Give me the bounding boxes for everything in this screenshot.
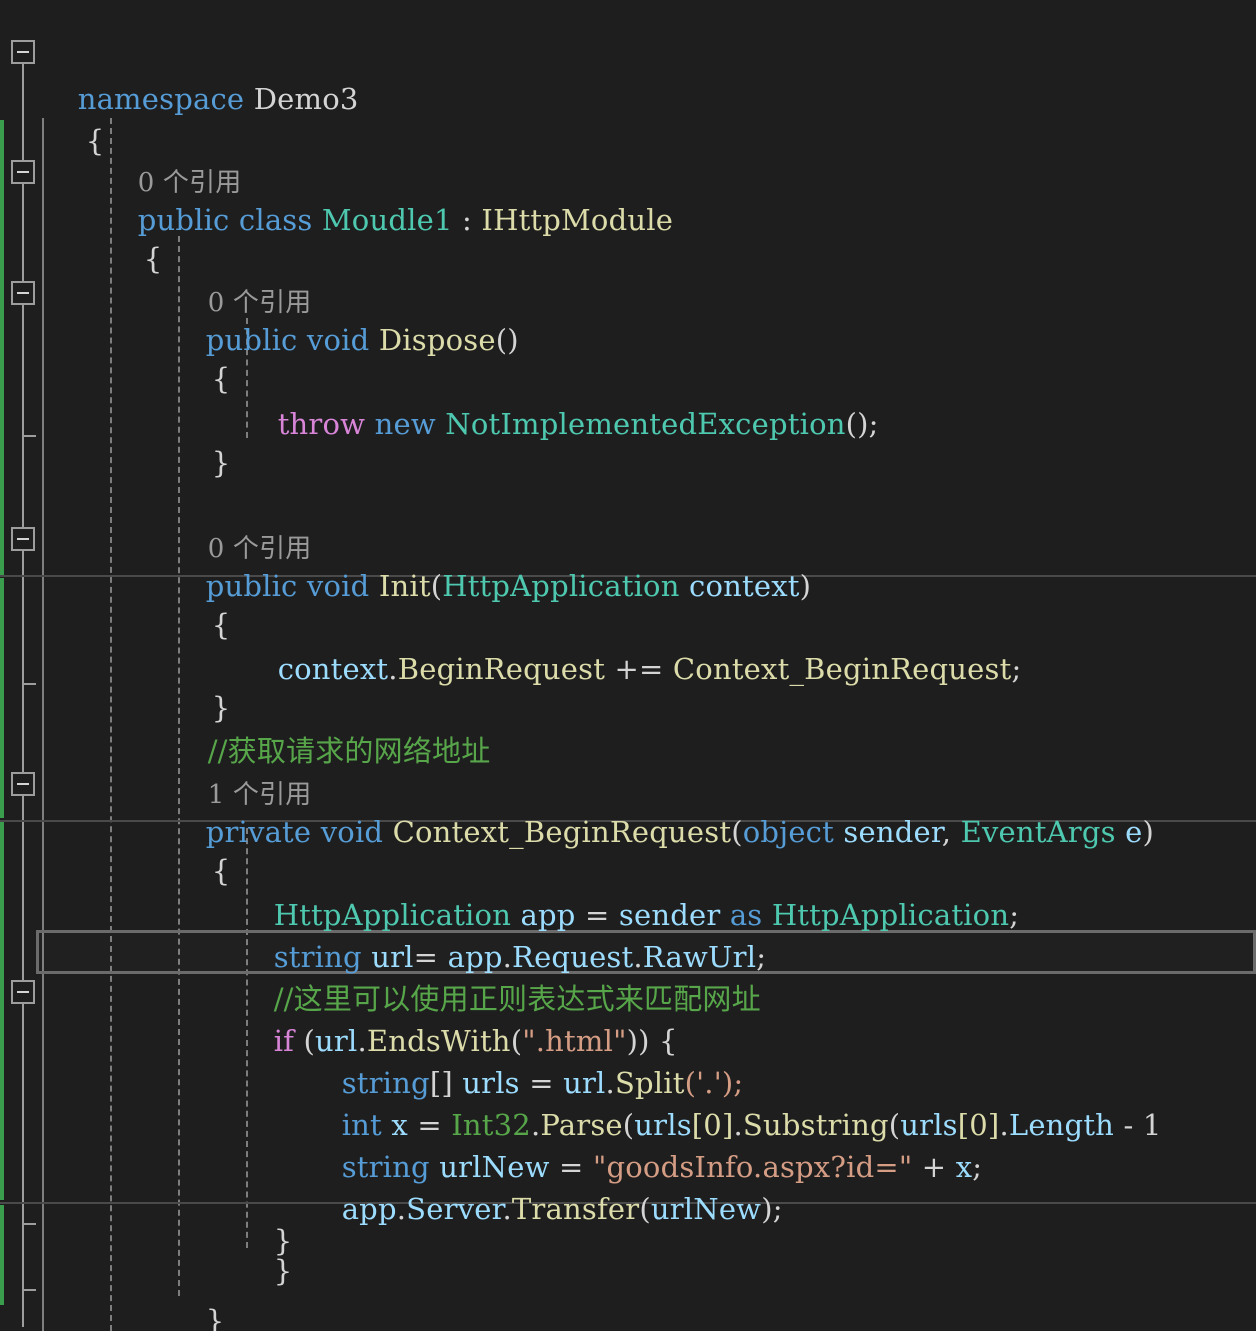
token-interface-name: IHttpModule (481, 203, 674, 237)
token-type-notimplementedexception: NotImplementedException (445, 407, 846, 441)
token-type-httpapplication-2: HttpApplication (771, 898, 1010, 932)
token-keyword-new: new (374, 407, 436, 441)
token-member-length: Length (1008, 1108, 1115, 1142)
token-ident-context: context (277, 652, 389, 686)
token-param-sender: sender (843, 815, 942, 849)
token-brace-close-class: } (205, 1304, 225, 1331)
token-keyword-throw: throw (277, 407, 366, 441)
code-editor[interactable]: namespace Demo3 { 0 个引用 public class Mou… (0, 0, 1256, 1331)
token-semi-4: ; (972, 1150, 983, 1184)
token-arg-urlnew: urlNew (650, 1192, 762, 1226)
token-ident-x: x (955, 1150, 973, 1184)
token-paren-open-cbr: ( (731, 815, 743, 849)
token-handler-context-beginrequest: Context_BeginRequest (672, 652, 1012, 686)
token-method-transfer: Transfer (511, 1192, 640, 1226)
token-parens-dispose: () (495, 323, 519, 357)
token-colon: : (462, 203, 472, 237)
token-member-beginrequest: BeginRequest (397, 652, 606, 686)
token-dot-1: . (388, 652, 398, 686)
token-paren-open-transfer: ( (639, 1192, 651, 1226)
token-paren-close-init: ) (799, 569, 812, 603)
token-op-minus: - (1123, 1108, 1134, 1142)
token-namespace-name: Demo3 (253, 82, 359, 116)
token-method-init: Init (378, 569, 431, 603)
token-dot-8: . (999, 1108, 1009, 1142)
token-keyword-void: void (306, 323, 370, 357)
token-number-one: 1 (1142, 1108, 1162, 1142)
token-op-plus-equals: += (614, 652, 664, 686)
token-brace-close-cbr: } (273, 1254, 293, 1288)
token-keyword-void-3: void (320, 815, 384, 849)
token-method-dispose: Dispose (378, 323, 496, 357)
token-transfer-tail: ); (761, 1192, 783, 1226)
token-method-context-beginrequest: Context_BeginRequest (392, 815, 732, 849)
code-line-33[interactable]: } (0, 1300, 156, 1331)
token-brace-close-dispose: } (211, 446, 231, 480)
token-paren-open-init: ( (430, 569, 443, 603)
token-type-httpapplication-param: HttpApplication (442, 569, 680, 603)
token-op-plus: + (921, 1150, 947, 1184)
token-param-e: e (1125, 815, 1143, 849)
token-comma: , (941, 815, 961, 849)
token-ident-app-2: app (341, 1192, 397, 1226)
token-member-server: Server (406, 1192, 503, 1226)
token-type-eventargs: EventArgs (960, 815, 1116, 849)
token-dot-9: . (396, 1192, 407, 1226)
token-dot-10: . (502, 1192, 512, 1226)
token-paren-close-cbr: ) (1142, 815, 1154, 849)
token-param-context: context (689, 569, 800, 603)
token-call-tail: (); (845, 407, 879, 441)
token-semi-2: ; (1009, 898, 1020, 932)
token-keyword-void-2: void (306, 569, 370, 603)
token-class-name: Moudle1 (321, 203, 453, 237)
token-keyword-object: object (742, 815, 834, 849)
token-keyword-class: class (238, 203, 313, 237)
token-semi-1: ; (1011, 652, 1022, 686)
